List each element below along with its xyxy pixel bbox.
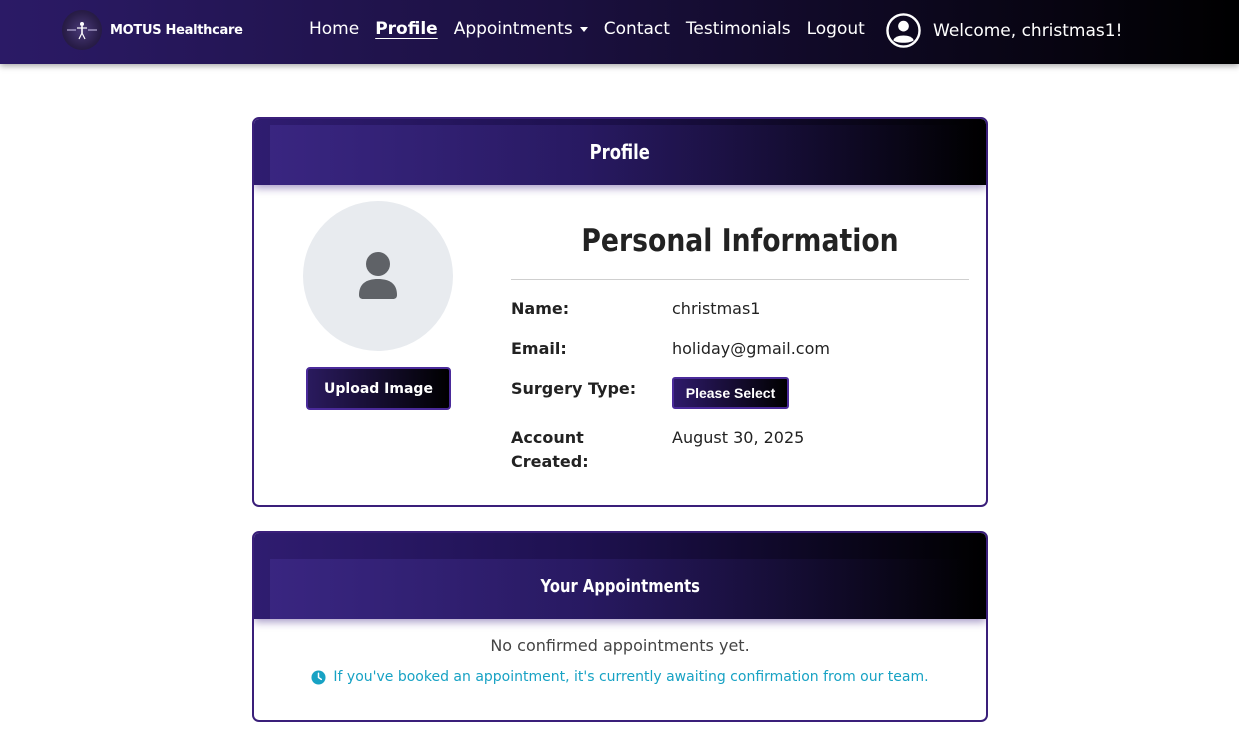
pending-message: If you've booked an appointment, it's cu… [333,669,929,685]
clock-icon [311,669,326,685]
name-value: christmas1 [672,299,761,318]
pending-confirmation-notice: If you've booked an appointment, it's cu… [254,669,986,685]
avatar [303,201,453,351]
account-created-label: Account Created: [511,428,589,471]
user-silhouette-icon [359,252,397,299]
brand-link[interactable]: MOTUS Healthcare [62,10,243,50]
divider [511,279,969,280]
chevron-down-icon [579,26,588,32]
appointments-card: Your Appointments No confirmed appointme… [252,531,988,722]
nav-contact[interactable]: Contact [604,19,670,39]
nav-links: Home Profile Appointments Contact Testim… [309,19,881,39]
email-label: Email: [511,339,567,358]
appointments-card-header: Your Appointments [254,533,986,619]
appointments-card-title: Your Appointments [540,575,700,597]
user-circle-icon [886,13,921,48]
nav-appointments-label: Appointments [453,19,573,39]
name-label: Name: [511,299,570,318]
email-value: holiday@gmail.com [672,339,830,358]
nav-appointments-dropdown[interactable]: Appointments [454,19,588,39]
no-appointments-message: No confirmed appointments yet. [490,636,750,655]
nav-logout[interactable]: Logout [807,19,865,39]
medical-figure-icon [62,10,102,50]
upload-image-button[interactable]: Upload Image [306,367,451,410]
nav-home[interactable]: Home [309,19,359,39]
personal-information-title: Personal Information [581,223,899,259]
profile-card-title: Profile [589,140,651,164]
brand-name: MOTUS Healthcare [110,22,243,38]
welcome-text: Welcome, christmas1! [933,20,1123,41]
nav-testimonials[interactable]: Testimonials [686,19,791,39]
surgery-type-label: Surgery Type: [511,379,637,398]
account-created-value: August 30, 2025 [672,428,805,447]
user-menu[interactable]: Welcome, christmas1! [886,13,1122,48]
profile-card-header: Profile [254,119,986,185]
top-navbar: MOTUS Healthcare Home Profile Appointmen… [0,0,1239,64]
surgery-type-select-button[interactable]: Please Select [672,377,789,409]
nav-profile[interactable]: Profile [375,19,437,39]
profile-card: Profile Upload Image Personal Informatio… [252,117,988,507]
